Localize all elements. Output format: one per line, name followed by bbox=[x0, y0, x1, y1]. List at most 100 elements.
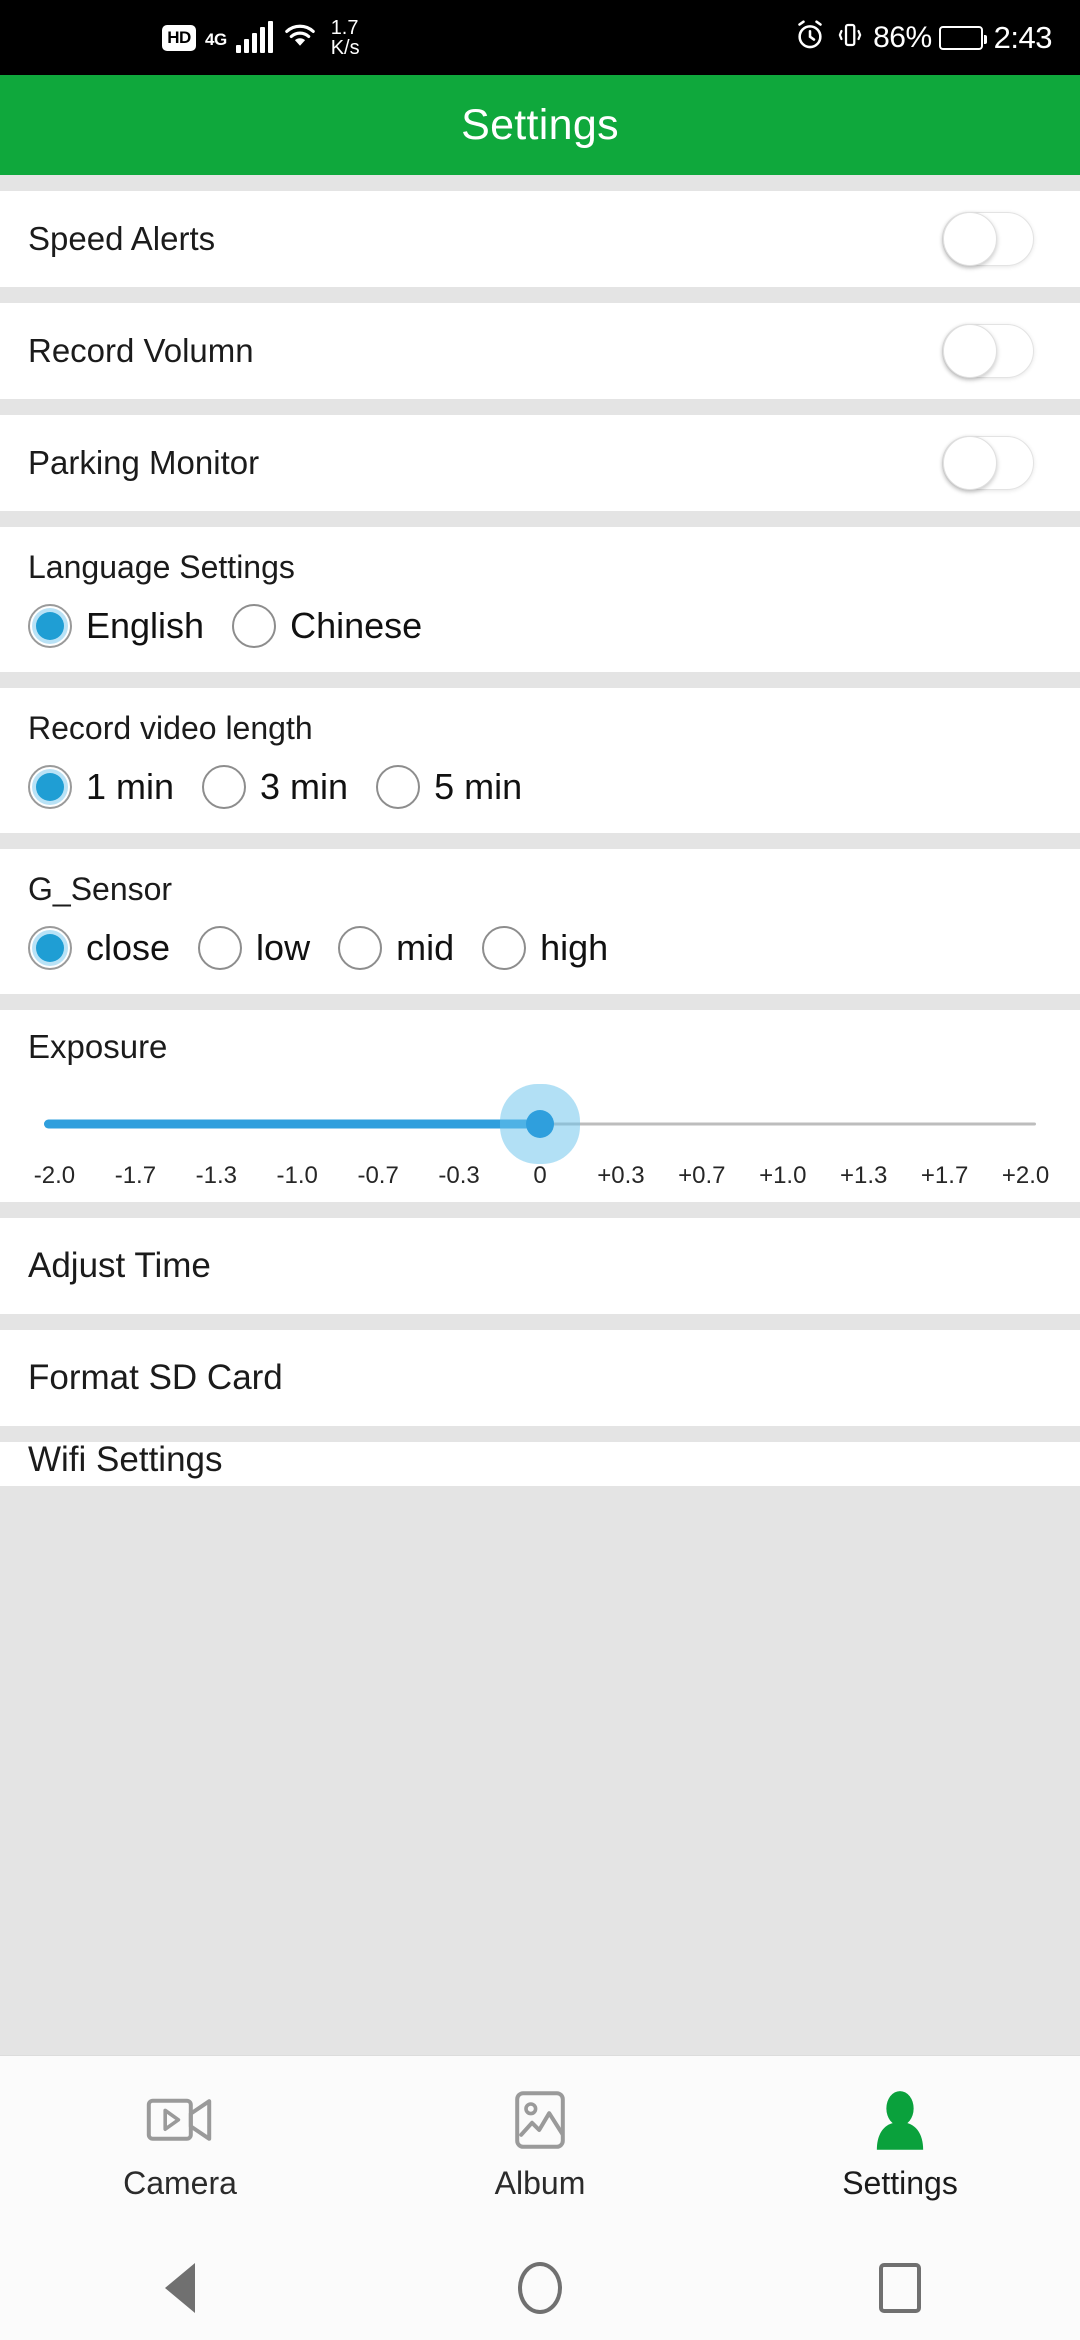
row-record-volumn[interactable]: Record Volumn bbox=[0, 303, 1080, 399]
record-volumn-label: Record Volumn bbox=[28, 332, 254, 369]
option-1-min[interactable]: 1 min bbox=[28, 765, 174, 809]
recents-button[interactable] bbox=[840, 2235, 960, 2340]
image-icon bbox=[503, 2089, 577, 2151]
toggle-knob bbox=[943, 212, 997, 266]
list-divider bbox=[0, 672, 1080, 688]
recents-square-icon bbox=[879, 2262, 921, 2313]
option-3-min[interactable]: 3 min bbox=[202, 765, 348, 809]
row-speed-alerts[interactable]: Speed Alerts bbox=[0, 191, 1080, 287]
speed-alerts-label: Speed Alerts bbox=[28, 220, 216, 257]
bottom-tab-bar: Camera Album Settings bbox=[0, 2055, 1080, 2235]
exposure-slider-thumb[interactable] bbox=[526, 1110, 554, 1138]
option-english-label: English bbox=[86, 605, 205, 646]
radio-mid[interactable] bbox=[338, 926, 383, 970]
row-wifi-settings[interactable]: Wifi Settings bbox=[0, 1442, 1080, 1486]
parking-monitor-label: Parking Monitor bbox=[28, 444, 260, 481]
option-low-label: low bbox=[256, 927, 311, 968]
exposure-tick: +1.7 bbox=[920, 1162, 969, 1189]
record-video-length-group: Record video length 1 min 3 min 5 min bbox=[0, 688, 1080, 833]
list-divider bbox=[0, 1202, 1080, 1218]
parking-monitor-row-card: Parking Monitor bbox=[0, 415, 1080, 511]
radio-5-min[interactable] bbox=[376, 765, 421, 809]
exposure-tick: -1.3 bbox=[195, 1162, 237, 1189]
option-5-min[interactable]: 5 min bbox=[376, 765, 522, 809]
parking-monitor-toggle[interactable] bbox=[942, 436, 1034, 490]
speed-alerts-toggle[interactable] bbox=[942, 212, 1034, 266]
gsensor-card: G_Sensor close low mid high bbox=[0, 849, 1080, 994]
wifi-settings-card: Wifi Settings bbox=[0, 1442, 1080, 1486]
network-speed-indicator: 1.7 K/s bbox=[331, 18, 360, 58]
list-divider bbox=[0, 511, 1080, 527]
tab-album[interactable]: Album bbox=[360, 2089, 720, 2202]
exposure-tick: 0 bbox=[533, 1162, 547, 1189]
row-parking-monitor[interactable]: Parking Monitor bbox=[0, 415, 1080, 511]
battery-percent-label: 86% bbox=[873, 20, 932, 54]
hd-icon: HD bbox=[162, 24, 196, 51]
toggle-knob bbox=[943, 324, 997, 378]
alarm-clock-icon bbox=[793, 18, 827, 57]
exposure-tick: -0.7 bbox=[357, 1162, 399, 1189]
option-high-label: high bbox=[540, 927, 609, 968]
signal-bars-icon bbox=[235, 20, 273, 53]
network-speed-value: 1.7 bbox=[330, 16, 359, 39]
exposure-title: Exposure bbox=[28, 1028, 168, 1065]
adjust-time-card: Adjust Time bbox=[0, 1218, 1080, 1314]
record-volumn-toggle[interactable] bbox=[942, 324, 1034, 378]
android-navigation-bar bbox=[0, 2235, 1080, 2340]
language-settings-group: Language Settings English Chinese bbox=[0, 527, 1080, 672]
status-bar: HD 4G 1.7 K/s 86% 2:43 bbox=[0, 0, 1080, 75]
radio-low[interactable] bbox=[198, 926, 243, 970]
exposure-tick: -0.3 bbox=[438, 1162, 480, 1189]
tab-camera[interactable]: Camera bbox=[0, 2089, 360, 2202]
page-title: Settings bbox=[461, 100, 619, 149]
radio-1-min[interactable] bbox=[28, 765, 72, 809]
exposure-tick: +1.0 bbox=[759, 1162, 807, 1189]
radio-english[interactable] bbox=[28, 604, 72, 648]
back-button[interactable] bbox=[120, 2235, 240, 2340]
radio-high[interactable] bbox=[482, 926, 527, 970]
option-low[interactable]: low bbox=[198, 926, 310, 970]
option-close-label: close bbox=[86, 927, 171, 968]
exposure-tick: -1.0 bbox=[276, 1162, 318, 1189]
tab-settings[interactable]: Settings bbox=[720, 2089, 1080, 2202]
exposure-tick-labels: -2.0 -1.7 -1.3 -1.0 -0.7 -0.3 0 +0.3 +0.7 +1.0 +1.… bbox=[0, 1162, 1080, 1190]
option-english[interactable]: English bbox=[28, 604, 204, 648]
tab-settings-label: Settings bbox=[842, 2165, 958, 2201]
option-mid[interactable]: mid bbox=[338, 926, 454, 970]
vibrate-icon bbox=[834, 19, 866, 56]
exposure-tick: +0.3 bbox=[597, 1162, 645, 1189]
network-speed-unit: K/s bbox=[330, 36, 360, 59]
record-video-length-title: Record video length bbox=[28, 710, 313, 746]
list-divider bbox=[0, 1314, 1080, 1330]
exposure-tick: +1.3 bbox=[839, 1162, 888, 1189]
tab-camera-label: Camera bbox=[123, 2165, 237, 2201]
settings-list[interactable]: Speed Alerts Record Volumn Parking Monit… bbox=[0, 175, 1080, 2055]
record-volume-row-card: Record Volumn bbox=[0, 303, 1080, 399]
home-button[interactable] bbox=[480, 2235, 600, 2340]
record-video-length-options: 1 min 3 min 5 min bbox=[28, 765, 1052, 809]
row-adjust-time[interactable]: Adjust Time bbox=[0, 1218, 1080, 1314]
list-divider bbox=[0, 175, 1080, 191]
format-sd-card-label: Format SD Card bbox=[28, 1358, 283, 1397]
option-close[interactable]: close bbox=[28, 926, 170, 970]
option-mid-label: mid bbox=[396, 927, 455, 968]
exposure-card: Exposure -2.0 -1.7 -1.3 -1.0 -0.7 -0.3 0 +0.3 +0… bbox=[0, 1010, 1080, 1202]
option-high[interactable]: high bbox=[482, 926, 608, 970]
radio-3-min[interactable] bbox=[202, 765, 247, 809]
option-1-min-label: 1 min bbox=[86, 766, 175, 807]
list-divider bbox=[0, 287, 1080, 303]
radio-close[interactable] bbox=[28, 926, 72, 970]
option-3-min-label: 3 min bbox=[260, 766, 349, 807]
option-chinese[interactable]: Chinese bbox=[232, 604, 422, 648]
gsensor-title: G_Sensor bbox=[28, 871, 173, 907]
exposure-slider[interactable] bbox=[44, 1094, 1036, 1154]
row-format-sd-card[interactable]: Format SD Card bbox=[0, 1330, 1080, 1426]
wifi-settings-label: Wifi Settings bbox=[28, 1442, 223, 1479]
app-header: Settings bbox=[0, 75, 1080, 175]
exposure-tick: -1.7 bbox=[114, 1162, 157, 1189]
tab-album-label: Album bbox=[494, 2165, 586, 2201]
status-bar-left: HD 4G 1.7 K/s bbox=[162, 18, 360, 58]
adjust-time-label: Adjust Time bbox=[28, 1246, 211, 1285]
toggle-knob bbox=[943, 436, 997, 490]
radio-chinese[interactable] bbox=[232, 604, 277, 648]
